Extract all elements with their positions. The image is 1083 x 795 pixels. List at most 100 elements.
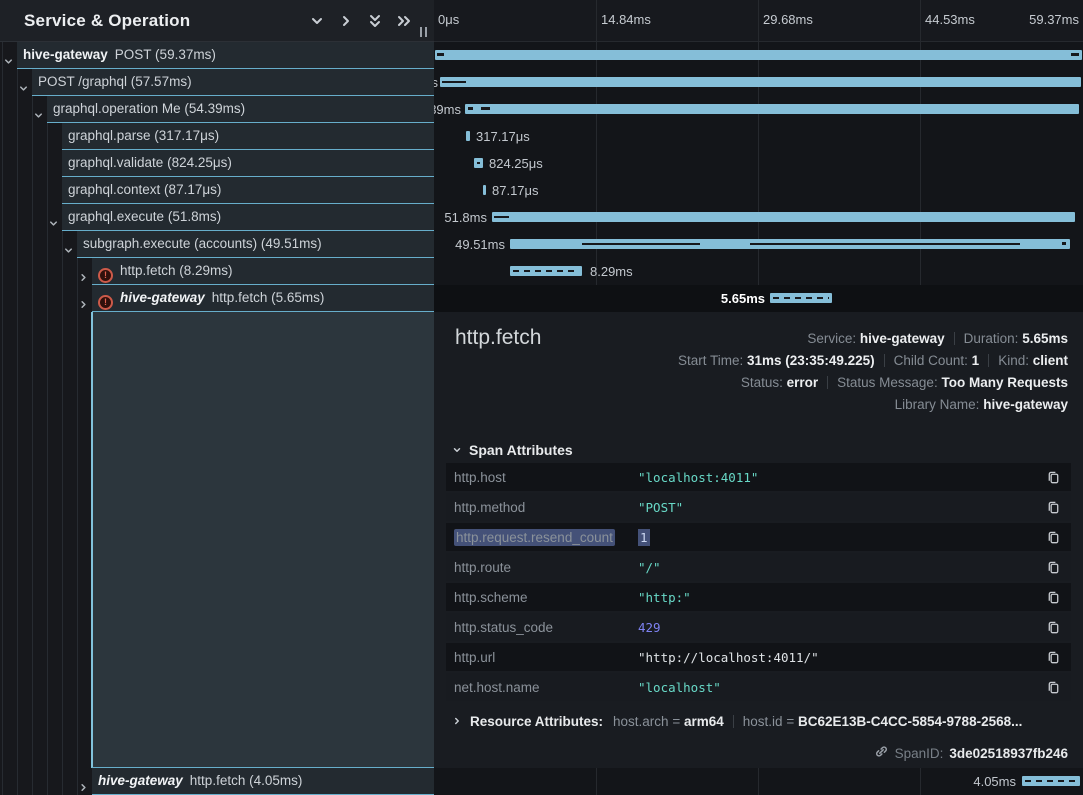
span-bars-area: 57.57ms 54.39ms 317.17μs 82 [434, 42, 1083, 312]
attr-key: http.url [454, 650, 638, 665]
chevron-down-icon[interactable] [18, 77, 29, 103]
timeline-row-selected: 5.65ms [434, 285, 1083, 312]
chevron-down-icon[interactable] [48, 212, 59, 238]
span-bar[interactable] [435, 50, 1082, 60]
operation-name: graphql.operation Me (54.39ms) [53, 101, 245, 116]
attr-value: "http://localhost:4011/" [638, 650, 1046, 665]
span-bar[interactable] [1022, 776, 1080, 786]
tick-label-3: 44.53ms [925, 12, 975, 27]
meta-library: hive-gateway [983, 397, 1068, 412]
attr-key: http.scheme [454, 590, 638, 605]
span-bar[interactable] [492, 212, 1075, 222]
resource-attributes-toggle[interactable]: Resource Attributes:host.arch = arm64hos… [452, 714, 1022, 729]
meta-start-time: 31ms (23:35:49.225) [747, 353, 875, 368]
copy-icon[interactable] [1046, 470, 1061, 485]
copy-icon[interactable] [1046, 680, 1061, 695]
span-bar[interactable] [440, 77, 1081, 87]
timeline-ruler: 0μs 14.84ms 29.68ms 44.53ms 59.37ms [434, 0, 1083, 42]
span-row-hive-gateway-post[interactable]: hive-gatewayPOST (59.37ms) [17, 42, 434, 69]
trace-viewer: Service & Operation hive-gatewayPOST (59… [0, 0, 1083, 795]
resource-attr-value: BC62E13B-C4CC-5854-9788-2568... [798, 714, 1022, 729]
span-row-http-fetch-5ms-selected[interactable]: !hive-gatewayhttp.fetch (5.65ms) [92, 285, 434, 312]
panel-title: Service & Operation [0, 11, 190, 31]
attr-key: http.host [454, 470, 638, 485]
span-row-graphql-context[interactable]: graphql.context (87.17μs) [62, 177, 434, 204]
resource-attributes-title: Resource Attributes: [470, 714, 603, 729]
attr-value: "POST" [638, 500, 1046, 515]
resource-attr-key: host.arch [613, 714, 669, 729]
tick-label-2: 29.68ms [763, 12, 813, 27]
copy-icon[interactable] [1046, 620, 1061, 635]
chevron-down-icon[interactable] [33, 104, 44, 130]
span-bar[interactable] [483, 185, 486, 195]
attr-row: http.method "POST" [446, 493, 1071, 521]
span-bar[interactable] [510, 239, 1070, 249]
span-row-graphql-execute[interactable]: graphql.execute (51.8ms) [62, 204, 434, 231]
chevron-right-icon[interactable] [78, 776, 89, 795]
meta-line-4: Library Name: hive-gateway [678, 394, 1068, 416]
attr-row: http.scheme "http:" [446, 583, 1071, 611]
chevron-right-icon[interactable] [78, 266, 89, 292]
timeline-row: 87.17μs [434, 177, 1083, 204]
duration-label: 824.25μs [489, 156, 543, 171]
span-detail-panel: http.fetch Service: hive-gatewayDuration… [434, 312, 1083, 768]
span-row-graphql-parse[interactable]: graphql.parse (317.17μs) [62, 123, 434, 150]
duration-label: 57.57ms [434, 75, 438, 90]
attr-key: net.host.name [454, 680, 638, 695]
tick-label-0: 0μs [438, 12, 459, 27]
chevron-down-icon[interactable] [309, 13, 325, 29]
span-bar[interactable] [770, 293, 832, 303]
span-row-subgraph-execute[interactable]: subgraph.execute (accounts) (49.51ms) [77, 231, 434, 258]
duration-label: 4.05ms [973, 774, 1016, 789]
panel-resize-handle[interactable] [420, 27, 427, 37]
attr-row: net.host.name "localhost" [446, 673, 1071, 701]
duration-label: 49.51ms [455, 237, 505, 252]
span-row-http-fetch-4ms[interactable]: hive-gatewayhttp.fetch (4.05ms) [92, 768, 434, 795]
operation-name: POST (59.37ms) [115, 47, 216, 62]
chevrons-down-icon[interactable] [367, 13, 383, 29]
chevrons-right-icon[interactable] [396, 13, 412, 29]
tick-label-1: 14.84ms [601, 12, 651, 27]
attr-key: http.route [454, 560, 638, 575]
operation-name: http.fetch (5.65ms) [212, 290, 325, 305]
span-attributes-toggle[interactable]: Span Attributes [452, 442, 573, 458]
meta-kind: client [1033, 353, 1068, 368]
span-title: http.fetch [455, 326, 541, 350]
copy-icon[interactable] [1046, 500, 1061, 515]
span-row-http-fetch-8ms[interactable]: !http.fetch (8.29ms) [92, 258, 434, 285]
attr-key: http.status_code [454, 620, 638, 635]
link-icon[interactable] [874, 744, 889, 762]
meta-duration: 5.65ms [1022, 331, 1068, 346]
copy-icon[interactable] [1046, 650, 1061, 665]
span-row-graphql-validate[interactable]: graphql.validate (824.25μs) [62, 150, 434, 177]
attr-value: "localhost:4011" [638, 470, 1046, 485]
copy-icon[interactable] [1046, 530, 1061, 545]
attr-key: http.request.resend_count [454, 529, 615, 546]
chevron-right-icon[interactable] [78, 293, 89, 319]
span-row-graphql-operation[interactable]: graphql.operation Me (54.39ms) [47, 96, 434, 123]
span-row-post-graphql[interactable]: POST /graphql (57.57ms) [32, 69, 434, 96]
attr-row: http.status_code 429 [446, 613, 1071, 641]
operation-name: POST /graphql (57.57ms) [38, 74, 192, 89]
service-name: hive-gateway [120, 290, 205, 305]
chevron-right-icon[interactable] [338, 13, 354, 29]
chevron-down-icon[interactable] [3, 50, 14, 76]
service-name: hive-gateway [98, 773, 183, 788]
span-bar[interactable] [466, 131, 470, 141]
operation-name: http.fetch (8.29ms) [120, 263, 233, 278]
span-bar[interactable] [510, 266, 582, 276]
chevron-down-icon[interactable] [63, 239, 74, 265]
meta-line-1: Service: hive-gatewayDuration: 5.65ms [678, 328, 1068, 350]
duration-label: 87.17μs [492, 183, 539, 198]
timeline-row: 317.17μs [434, 123, 1083, 150]
span-bar[interactable] [465, 104, 1079, 114]
span-attributes-table: http.host "localhost:4011" http.method "… [446, 463, 1071, 703]
meta-child-count: 1 [972, 353, 980, 368]
attr-row: http.route "/" [446, 553, 1071, 581]
attr-value: "/" [638, 560, 1046, 575]
span-bar[interactable] [474, 158, 483, 168]
selected-span-expansion [91, 312, 434, 768]
timeline-row: 824.25μs [434, 150, 1083, 177]
copy-icon[interactable] [1046, 590, 1061, 605]
copy-icon[interactable] [1046, 560, 1061, 575]
